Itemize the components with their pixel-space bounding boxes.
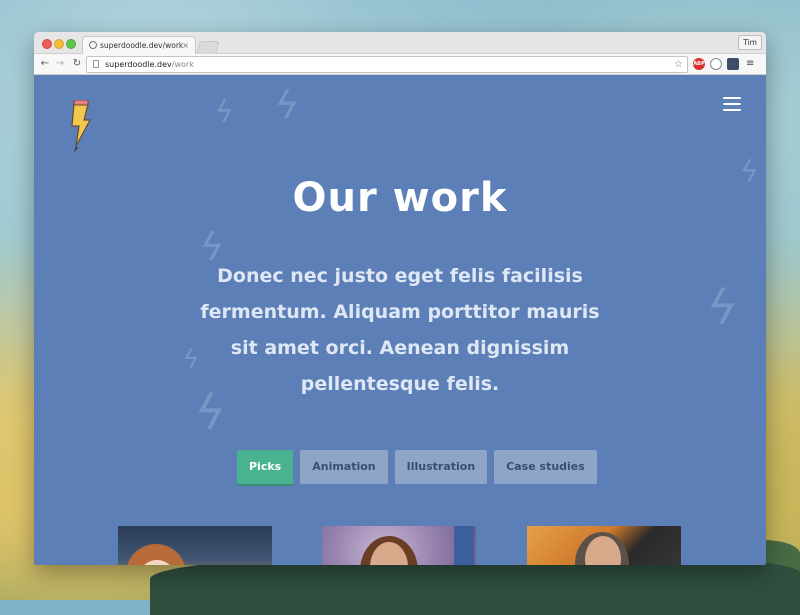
work-thumbnail[interactable] [527, 526, 681, 565]
web-page: ϟ ϟ ϟ ϟ ϟ ϟ ϟ Our work Donec nec justo e… [34, 75, 766, 565]
browser-menu-icon[interactable]: ≡ [746, 57, 754, 71]
forward-icon[interactable]: → [54, 57, 66, 71]
back-icon[interactable]: ← [39, 57, 51, 71]
extension-icon[interactable] [710, 58, 722, 70]
bolt-decoration-icon: ϟ [178, 345, 203, 375]
menu-bar [723, 109, 741, 111]
bolt-decoration-icon: ϟ [210, 95, 238, 130]
page-icon [93, 60, 99, 68]
filter-illustration-button[interactable]: Illustration [394, 450, 488, 484]
browser-titlebar: superdoodle.dev/work × Tim [34, 32, 766, 54]
profile-button[interactable]: Tim [738, 35, 762, 50]
globe-icon [89, 41, 97, 49]
adblock-extension-icon[interactable]: ABP [693, 58, 705, 70]
filter-case-studies-button[interactable]: Case studies [494, 450, 597, 484]
bolt-decoration-icon: ϟ [269, 83, 304, 127]
browser-tab[interactable]: superdoodle.dev/work × [82, 36, 196, 54]
tab-title: superdoodle.dev/work [100, 41, 184, 50]
maximize-window-button[interactable] [66, 39, 76, 49]
menu-bar [723, 97, 741, 99]
page-lead-text: Donec nec justo eget felis facilisis fer… [200, 265, 600, 395]
hamburger-menu-icon[interactable] [723, 97, 741, 111]
address-bar[interactable]: superdoodle.dev/work ☆ [86, 56, 688, 73]
reload-icon[interactable]: ↻ [71, 57, 83, 71]
close-window-button[interactable] [42, 39, 52, 49]
bolt-decoration-icon: ϟ [700, 280, 744, 336]
extension-icon-2[interactable] [727, 58, 739, 70]
page-title: Our work [292, 175, 508, 221]
work-thumbnail[interactable] [322, 526, 476, 565]
new-tab-button[interactable] [196, 41, 220, 54]
filter-picks-button[interactable]: Picks [237, 450, 294, 484]
filter-animation-button[interactable]: Animation [300, 450, 388, 484]
minimize-window-button[interactable] [54, 39, 64, 49]
pencil-logo-icon[interactable] [66, 100, 96, 152]
star-icon[interactable]: ☆ [674, 57, 683, 72]
illustration-panel [454, 526, 474, 565]
url-host: superdoodle.dev [105, 60, 172, 69]
url-path: /work [171, 60, 194, 69]
tab-close-button[interactable]: × [182, 37, 189, 54]
work-thumbnail[interactable] [118, 526, 272, 565]
browser-window: superdoodle.dev/work × Tim ← → ↻ superdo… [34, 32, 766, 565]
url-text: superdoodle.dev/work [105, 57, 194, 72]
filter-tabs: Picks Animation Illustration Case studie… [237, 450, 597, 484]
browser-toolbar: ← → ↻ superdoodle.dev/work ☆ ABP ≡ [34, 54, 766, 75]
menu-bar [723, 103, 741, 105]
